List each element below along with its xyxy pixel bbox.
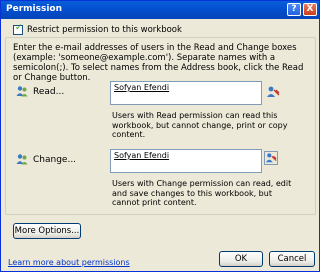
checkmark-icon: ✓ [15, 23, 23, 33]
cancel-button[interactable]: Cancel [269, 251, 315, 267]
close-button[interactable]: X [303, 3, 317, 16]
change-button-label: Change... [33, 155, 77, 165]
read-users-value: Sofyan Efendi [114, 83, 170, 92]
read-button[interactable]: Read... [33, 85, 119, 99]
address-book-icon[interactable] [266, 85, 280, 99]
read-description: Users with Read permission can read this… [112, 111, 288, 139]
more-options-button[interactable]: More Options... [13, 223, 81, 239]
change-description: Users with Change permission can read, e… [112, 179, 292, 207]
window-title: Permission [6, 4, 62, 14]
restrict-permission-label: Restrict permission to this workbook [27, 25, 182, 35]
address-book-icon[interactable] [264, 151, 278, 165]
learn-more-link[interactable]: Learn more about permissions [8, 258, 130, 267]
read-button-label: Read... [33, 87, 65, 97]
restrict-permission-checkbox[interactable]: ✓ [13, 23, 23, 35]
read-users-field[interactable]: Sofyan Efendi [110, 81, 262, 105]
users-icon [16, 86, 28, 97]
title-bar: Permission ? X [1, 1, 319, 19]
change-users-value: Sofyan Efendi [114, 151, 170, 160]
ok-button[interactable]: OK [219, 251, 263, 267]
instructions-text: Enter the e-mail addresses of users in t… [13, 43, 304, 83]
permission-dialog: Permission ? X ✓ Restrict permission to … [0, 0, 320, 272]
users-icon [16, 154, 28, 165]
help-button[interactable]: ? [287, 3, 301, 16]
change-users-field[interactable]: Sofyan Efendi [110, 149, 262, 173]
change-button[interactable]: Change... [33, 153, 119, 167]
